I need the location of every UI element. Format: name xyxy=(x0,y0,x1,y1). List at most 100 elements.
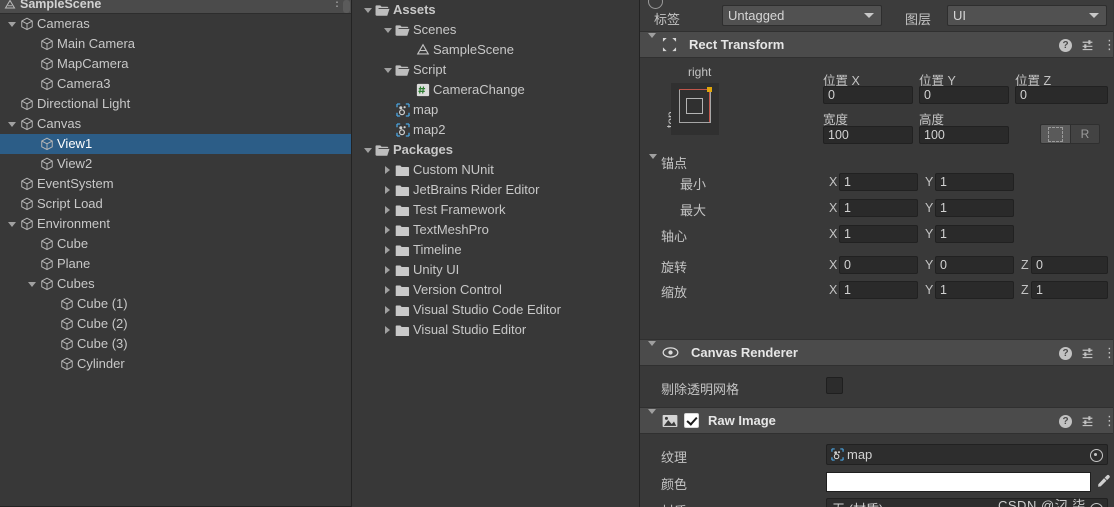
blueprint-mode-button[interactable] xyxy=(1040,124,1070,144)
hierarchy-item[interactable]: Script Load xyxy=(0,194,351,214)
chevron-down-icon[interactable] xyxy=(381,20,394,40)
hierarchy-item[interactable]: Cube xyxy=(0,234,351,254)
pos-y-input[interactable]: 0 xyxy=(919,86,1009,104)
project-item[interactable]: Scenes xyxy=(352,20,639,40)
rotation-x-input[interactable]: 0 xyxy=(839,256,918,274)
hierarchy-item[interactable]: Environment xyxy=(0,214,351,234)
project-item[interactable]: map xyxy=(352,100,639,120)
height-input[interactable]: 100 xyxy=(919,126,1009,144)
project-item[interactable]: Test Framework xyxy=(352,200,639,220)
hierarchy-item[interactable]: EventSystem xyxy=(0,174,351,194)
color-field[interactable] xyxy=(826,472,1091,492)
project-panel[interactable]: Assets Scenes SampleScene Script CameraChang… xyxy=(352,0,640,507)
texture-object-field[interactable]: map xyxy=(826,444,1108,465)
project-item[interactable]: JetBrains Rider Editor xyxy=(352,180,639,200)
project-item[interactable]: Custom NUnit xyxy=(352,160,639,180)
kebab-menu-icon[interactable]: ⋮ xyxy=(1103,346,1113,359)
project-item[interactable]: Visual Studio Editor xyxy=(352,320,639,340)
anchor-min-x-input[interactable]: 1 xyxy=(839,173,918,191)
pos-z-input[interactable]: 0 xyxy=(1015,86,1108,104)
object-picker-icon[interactable] xyxy=(1086,499,1107,507)
hierarchy-item[interactable]: Canvas xyxy=(0,114,351,134)
hierarchy-item[interactable]: Cameras xyxy=(0,14,351,34)
pivot-y-input[interactable]: 1 xyxy=(935,225,1014,243)
tag-dropdown[interactable]: Untagged xyxy=(722,5,882,26)
chevron-down-icon[interactable] xyxy=(361,140,374,160)
hierarchy-scrollbar[interactable] xyxy=(343,0,350,13)
project-item[interactable]: Timeline xyxy=(352,240,639,260)
chevron-right-icon[interactable] xyxy=(381,180,394,200)
rect-transform-header[interactable]: Rect Transform ? ⋮ xyxy=(640,31,1113,58)
chevron-down-icon[interactable] xyxy=(5,14,18,34)
chevron-right-icon[interactable] xyxy=(381,240,394,260)
pivot-x-input[interactable]: 1 xyxy=(839,225,918,243)
kebab-menu-icon[interactable]: ⋮ xyxy=(1103,38,1113,51)
anchors-foldout[interactable] xyxy=(649,154,657,173)
project-item[interactable]: Packages xyxy=(352,140,639,160)
chevron-right-icon[interactable] xyxy=(381,160,394,180)
chevron-down-icon[interactable] xyxy=(703,0,711,12)
hierarchy-item[interactable]: Cube (2) xyxy=(0,314,351,334)
preset-icon[interactable] xyxy=(1081,39,1094,52)
raw-image-enabled-checkbox[interactable] xyxy=(684,413,699,428)
cull-transparent-checkbox[interactable] xyxy=(826,377,843,394)
inspector-panel[interactable]: 标签 Untagged 图层 UI Rect Transform ? ⋮ rig… xyxy=(640,0,1113,507)
chevron-down-icon[interactable] xyxy=(648,32,656,52)
chevron-down-icon[interactable] xyxy=(25,274,38,294)
rotation-y-input[interactable]: 0 xyxy=(935,256,1014,274)
chevron-down-icon[interactable] xyxy=(648,408,656,428)
scale-x-input[interactable]: 1 xyxy=(839,281,918,299)
project-item[interactable]: SampleScene xyxy=(352,40,639,60)
hierarchy-item[interactable]: Cube (1) xyxy=(0,294,351,314)
project-item[interactable]: Assets xyxy=(352,0,639,20)
project-item[interactable]: CameraChange xyxy=(352,80,639,100)
hierarchy-item[interactable]: MapCamera xyxy=(0,54,351,74)
chevron-right-icon[interactable] xyxy=(381,220,394,240)
chevron-down-icon[interactable] xyxy=(361,0,374,20)
chevron-right-icon[interactable] xyxy=(381,280,394,300)
chevron-down-icon[interactable] xyxy=(5,114,18,134)
kebab-menu-icon[interactable]: ⋮ xyxy=(331,0,343,8)
object-picker-icon[interactable] xyxy=(1086,445,1107,466)
layer-dropdown[interactable]: UI xyxy=(947,5,1107,26)
preset-icon[interactable] xyxy=(1081,415,1094,428)
hierarchy-panel[interactable]: SampleScene ⋮ Cameras Main Camera MapCamer… xyxy=(0,0,352,507)
eyedropper-icon[interactable] xyxy=(1096,474,1111,492)
anchor-handle[interactable] xyxy=(707,87,712,92)
pos-x-input[interactable]: 0 xyxy=(823,86,913,104)
chevron-down-icon[interactable] xyxy=(5,214,18,234)
canvas-renderer-header[interactable]: Canvas Renderer ? ⋮ xyxy=(640,339,1113,366)
project-item[interactable]: Visual Studio Code Editor xyxy=(352,300,639,320)
project-item[interactable]: Script xyxy=(352,60,639,80)
chevron-down-icon[interactable] xyxy=(381,60,394,80)
scale-z-input[interactable]: 1 xyxy=(1031,281,1108,299)
project-item[interactable]: Version Control xyxy=(352,280,639,300)
anchor-preview-widget[interactable] xyxy=(671,83,719,135)
hierarchy-item[interactable]: Camera3 xyxy=(0,74,351,94)
anchor-min-y-input[interactable]: 1 xyxy=(935,173,1014,191)
static-toggle-icon[interactable] xyxy=(648,0,663,9)
chevron-right-icon[interactable] xyxy=(381,260,394,280)
raw-edit-mode-button[interactable]: R xyxy=(1070,124,1100,144)
help-icon[interactable]: ? xyxy=(1059,414,1072,428)
anchor-max-y-input[interactable]: 1 xyxy=(935,199,1014,217)
rotation-z-input[interactable]: 0 xyxy=(1031,256,1108,274)
preset-icon[interactable] xyxy=(1081,347,1094,360)
hierarchy-item[interactable]: View1 xyxy=(0,134,351,154)
hierarchy-item[interactable]: Plane xyxy=(0,254,351,274)
hierarchy-scene-header[interactable]: SampleScene ⋮ xyxy=(0,0,351,14)
hierarchy-item[interactable]: Cubes xyxy=(0,274,351,294)
anchor-max-x-input[interactable]: 1 xyxy=(839,199,918,217)
chevron-right-icon[interactable] xyxy=(381,200,394,220)
help-icon[interactable]: ? xyxy=(1059,38,1072,52)
project-tree[interactable]: Assets Scenes SampleScene Script CameraChang… xyxy=(352,0,639,340)
chevron-down-icon[interactable] xyxy=(648,340,656,360)
hierarchy-item[interactable]: Cylinder xyxy=(0,354,351,374)
hierarchy-item[interactable]: View2 xyxy=(0,154,351,174)
width-input[interactable]: 100 xyxy=(823,126,913,144)
chevron-right-icon[interactable] xyxy=(381,300,394,320)
project-item[interactable]: map2 xyxy=(352,120,639,140)
project-item[interactable]: TextMeshPro xyxy=(352,220,639,240)
hierarchy-tree[interactable]: Cameras Main Camera MapCamera Camera3 Direct… xyxy=(0,14,351,374)
chevron-right-icon[interactable] xyxy=(381,320,394,340)
